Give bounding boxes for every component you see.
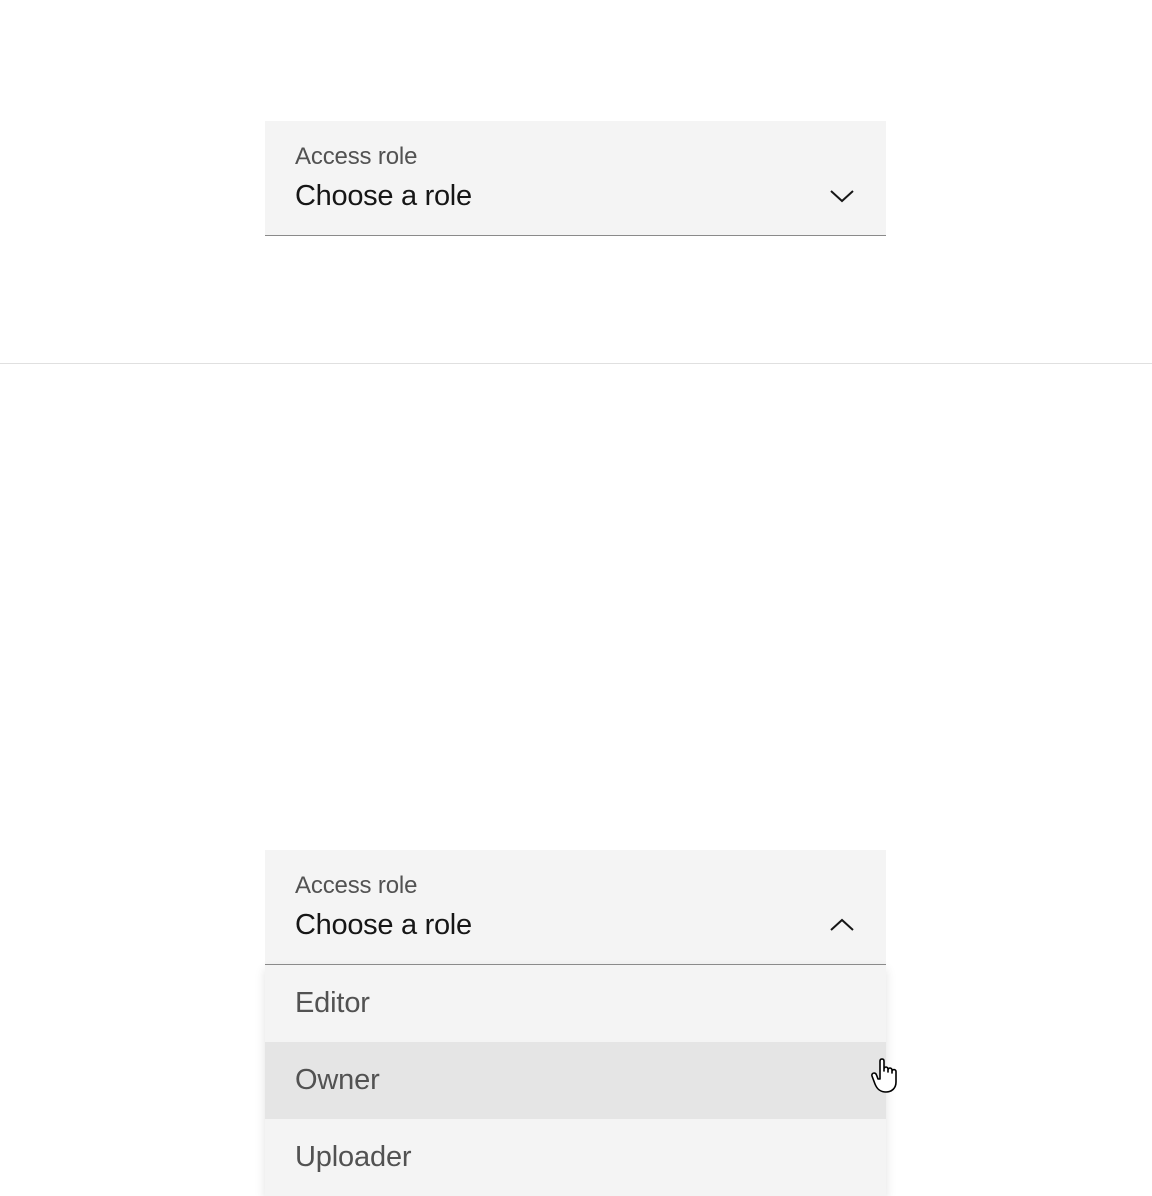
dropdown-header[interactable]: Access role Choose a role bbox=[265, 850, 886, 965]
example-open: Access role Choose a role Editor Owner U… bbox=[0, 364, 1152, 970]
access-role-dropdown-closed[interactable]: Access role Choose a role bbox=[265, 121, 886, 236]
dropdown-label: Access role bbox=[295, 143, 856, 172]
dropdown-option-label: Owner bbox=[295, 1064, 380, 1096]
dropdown-value: Choose a role bbox=[295, 909, 472, 942]
dropdown-value: Choose a role bbox=[295, 180, 472, 213]
example-closed: Access role Choose a role bbox=[0, 0, 1152, 364]
dropdown-header[interactable]: Access role Choose a role bbox=[265, 121, 886, 236]
dropdown-value-row: Choose a role bbox=[295, 180, 856, 213]
pointer-cursor-icon bbox=[870, 1058, 902, 1094]
chevron-down-icon bbox=[830, 189, 854, 203]
dropdown-list: Editor Owner Uploader bbox=[265, 965, 886, 1196]
access-role-dropdown-open[interactable]: Access role Choose a role Editor Owner U… bbox=[265, 850, 886, 1196]
dropdown-option-owner[interactable]: Owner bbox=[265, 1042, 886, 1119]
chevron-up-icon bbox=[830, 918, 854, 932]
dropdown-value-row: Choose a role bbox=[295, 909, 856, 942]
dropdown-option-uploader[interactable]: Uploader bbox=[265, 1119, 886, 1196]
dropdown-label: Access role bbox=[295, 872, 856, 901]
dropdown-option-editor[interactable]: Editor bbox=[265, 965, 886, 1042]
